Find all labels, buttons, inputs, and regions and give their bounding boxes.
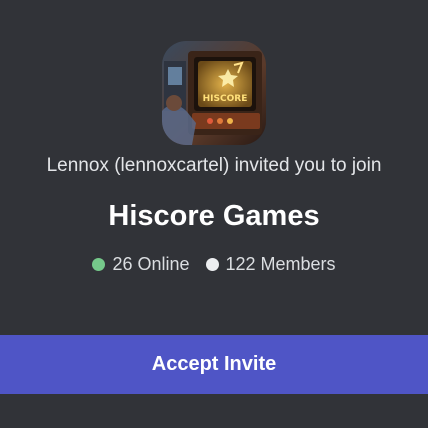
online-stat: 26 Online xyxy=(92,252,190,276)
server-name: Hiscore Games xyxy=(108,200,320,232)
online-status-dot-icon xyxy=(92,257,106,271)
server-icon-screen-text: HISCORE xyxy=(203,94,248,104)
online-count: 26 Online xyxy=(112,254,190,274)
inviter-text: Lennox (lennoxcartel) invited you to joi… xyxy=(46,155,382,176)
members-stat: 122 Members xyxy=(205,252,336,276)
arcade-machine-icon: HISCORE xyxy=(162,41,266,145)
accept-invite-button[interactable]: Accept Invite xyxy=(0,335,428,394)
server-stats: 26 Online 122 Members xyxy=(0,252,428,276)
member-count: 122 Members xyxy=(225,254,336,274)
invite-card: HISCORE Lennox (lennoxcartel) invited yo… xyxy=(0,0,428,428)
members-dot-icon xyxy=(205,257,219,271)
server-icon: HISCORE xyxy=(162,41,266,145)
